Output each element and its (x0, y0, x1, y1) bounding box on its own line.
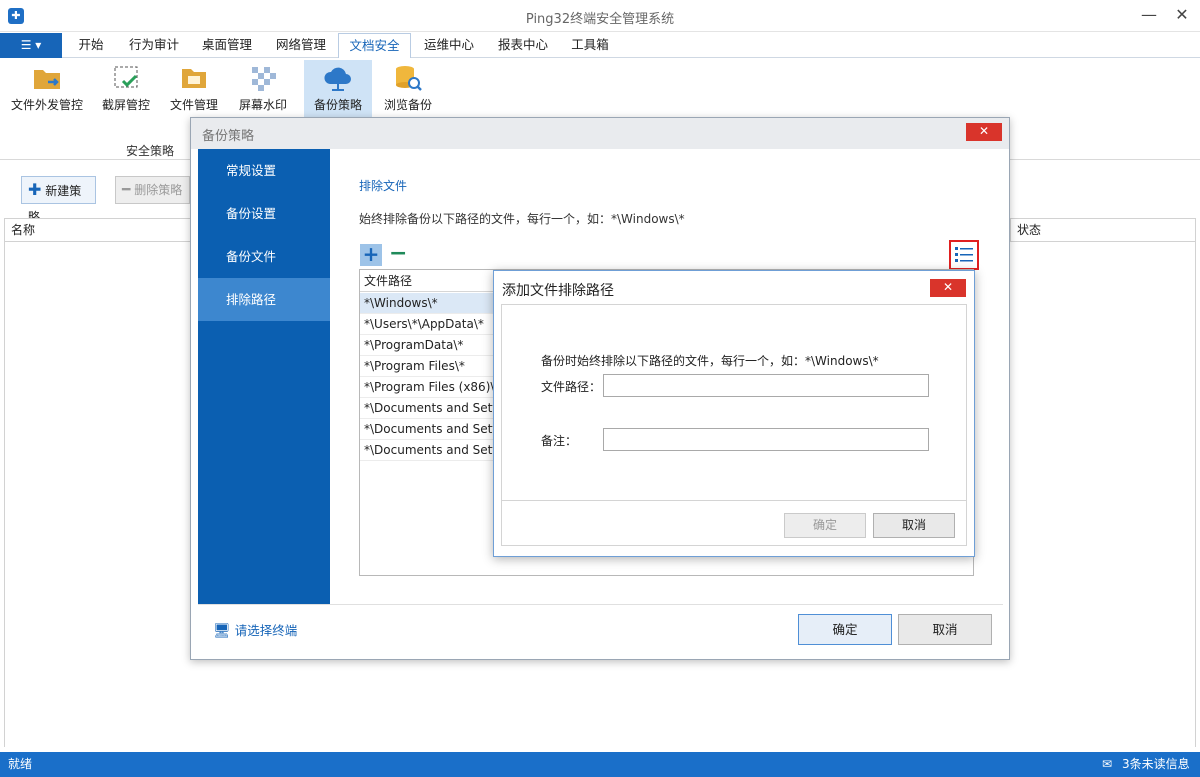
list-item[interactable]: *\Program Files\* (360, 356, 495, 377)
column-header-name[interactable]: 名称 (4, 218, 194, 242)
nav-backup-files[interactable]: 备份文件 (198, 235, 330, 278)
ribbon-backup-policy-button[interactable]: 备份策略 (304, 60, 372, 118)
plus-icon: + (362, 242, 380, 266)
section-description: 始终排除备份以下路径的文件，每行一个，如：*\Windows\* (359, 212, 685, 226)
divider (198, 604, 1003, 605)
menu-item-ops[interactable]: 运维中心 (414, 33, 484, 58)
ribbon-watermark-button[interactable]: 屏幕水印 (228, 60, 298, 118)
menu-item-behavior-audit[interactable]: 行为审计 (120, 33, 188, 58)
ribbon-file-manage-button[interactable]: 文件管理 (160, 60, 228, 118)
screen-capture-icon (114, 66, 138, 88)
file-path-input[interactable] (603, 374, 929, 397)
list-item[interactable]: *\Documents and Setti (360, 440, 495, 461)
cloud-backup-icon (324, 67, 351, 91)
file-path-label: 文件路径： (541, 380, 602, 394)
list-item[interactable]: *\ProgramData\* (360, 335, 495, 356)
file-manage-icon (182, 69, 206, 88)
message-icon: ✉ (1102, 757, 1113, 771)
note-label: 备注： (541, 434, 578, 448)
add-dialog-ok-button[interactable]: 确定 (784, 513, 866, 538)
add-dialog-close-button[interactable]: ✕ (930, 279, 966, 297)
minimize-button[interactable]: — (1137, 4, 1161, 28)
menu-item-start[interactable]: 开始 (66, 33, 116, 58)
menu-item-toolbox[interactable]: 工具箱 (562, 33, 618, 58)
minus-icon: − (389, 241, 408, 266)
list-icon (955, 247, 973, 262)
status-bar: 就绪 ✉ 3条未读信息 (0, 752, 1200, 777)
add-dialog-title: 添加文件排除路径 (502, 283, 614, 299)
remove-path-button[interactable]: − (389, 241, 408, 266)
add-path-button[interactable]: + (360, 244, 382, 266)
select-terminal-link[interactable]: 🖥 请选择终端 (213, 620, 297, 639)
policy-grid-left (4, 242, 194, 747)
menu-item-reports[interactable]: 报表中心 (488, 33, 558, 58)
nav-backup-settings[interactable]: 备份设置 (198, 192, 330, 235)
column-header-status[interactable]: 状态 (1010, 218, 1196, 242)
add-dialog-description: 备份时始终排除以下路径的文件，每行一个，如：*\Windows\* (541, 354, 879, 368)
menu-item-desktop[interactable]: 桌面管理 (192, 33, 262, 58)
nav-exclude-paths[interactable]: 排除路径 (198, 278, 330, 321)
backup-dialog-close-button[interactable]: ✕ (966, 123, 1002, 141)
divider (502, 500, 966, 501)
list-item[interactable]: *\Users\*\AppData\* (360, 314, 495, 335)
new-policy-button[interactable]: ✚ 新建策略 (21, 176, 96, 224)
close-window-button[interactable]: ✕ (1170, 4, 1194, 28)
minus-icon: ━ (122, 182, 131, 198)
add-dialog-cancel-button[interactable]: 取消 (873, 513, 955, 538)
ribbon-file-outgoing-button[interactable]: 文件外发管控 (8, 60, 86, 118)
menu-item-doc-security[interactable]: 文档安全 (338, 33, 411, 58)
policy-grid-right (1010, 242, 1196, 747)
list-item[interactable]: *\Documents and Setti (360, 398, 495, 419)
ribbon-screenshot-control-button[interactable]: 截屏管控 (92, 60, 160, 118)
app-title: Ping32终端安全管理系统 (525, 12, 675, 27)
add-dialog-panel (501, 304, 967, 546)
delete-policy-button[interactable]: ━ 删除策略 (115, 176, 190, 204)
monitor-icon: 🖥 (213, 623, 231, 639)
batch-edit-button[interactable] (949, 240, 979, 270)
backup-dialog-ok-button[interactable]: 确定 (798, 614, 892, 645)
database-search-icon (396, 66, 422, 91)
note-input[interactable] (603, 428, 929, 451)
folder-send-icon (34, 70, 60, 89)
unread-messages[interactable]: 3条未读信息 (1122, 752, 1190, 777)
backup-dialog-title: 备份策略 (202, 129, 255, 144)
ribbon-browse-backup-button[interactable]: 浏览备份 (374, 60, 442, 118)
list-item[interactable]: *\Windows\* (360, 293, 495, 314)
list-item[interactable]: *\Documents and Setti (360, 419, 495, 440)
nav-general-settings[interactable]: 常规设置 (198, 149, 330, 192)
status-text: 就绪 (8, 757, 33, 771)
watermark-icon (252, 67, 276, 91)
backup-dialog-titlebar (190, 117, 1010, 149)
list-item[interactable]: *\Program Files (x86)\* (360, 377, 495, 398)
plus-icon: ✚ (28, 180, 42, 199)
menu-item-network[interactable]: 网络管理 (266, 33, 336, 58)
backup-dialog-cancel-button[interactable]: 取消 (898, 614, 992, 645)
main-menu-button[interactable]: ☰ ▾ (0, 33, 62, 58)
section-title: 排除文件 (359, 179, 408, 193)
